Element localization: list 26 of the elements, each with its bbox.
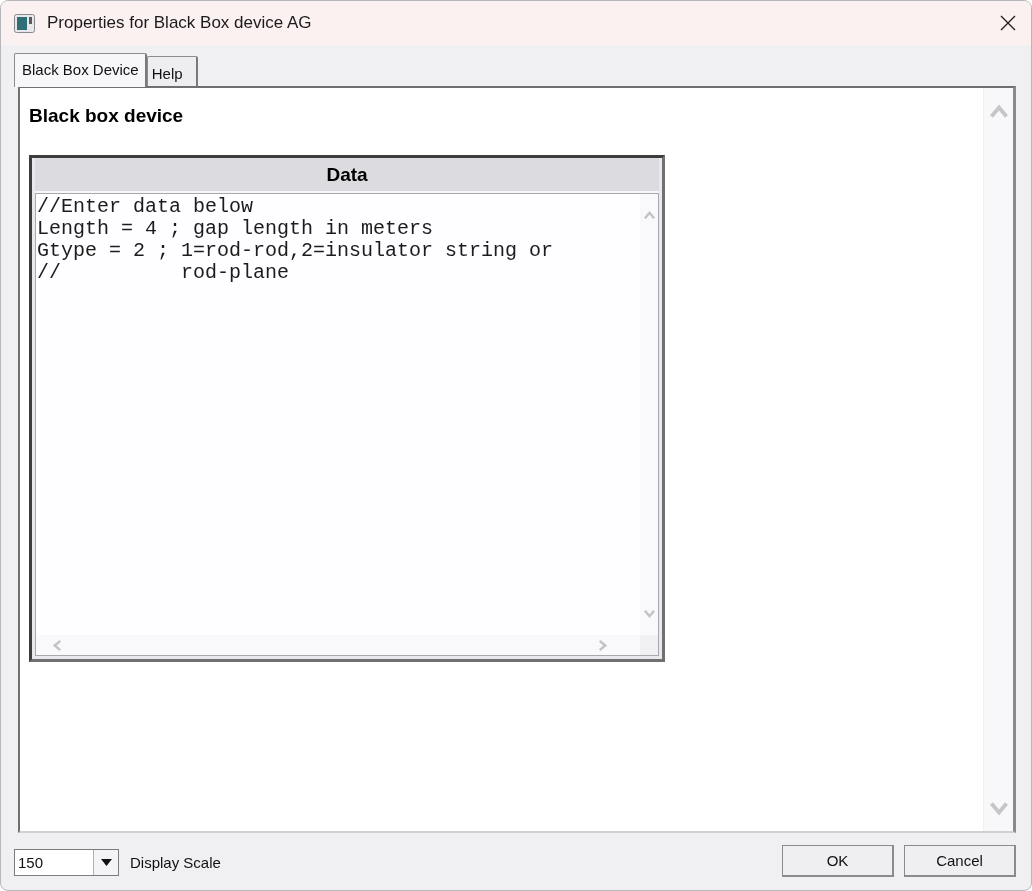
- scroll-up-icon[interactable]: [643, 210, 655, 221]
- code-line: Gtype = 2 ; 1=rod-rod,2=insulator string or: [37, 240, 554, 262]
- vertical-scrollbar[interactable]: [640, 194, 658, 635]
- display-scale-label: Display Scale: [130, 854, 221, 871]
- close-icon: [999, 14, 1017, 32]
- vertical-scrollbar[interactable]: [983, 88, 1013, 831]
- scroll-down-icon[interactable]: [643, 608, 655, 619]
- data-box-header: Data: [35, 158, 659, 193]
- app-icon: [14, 13, 35, 33]
- scroll-right-icon[interactable]: [597, 639, 608, 651]
- data-text-field[interactable]: //Enter data below Length = 4 ; gap length in meters Gtype = 2 ; 1=rod-rod,2=insulator string or // rod-plane: [35, 193, 659, 656]
- section-heading: Black box device: [29, 104, 184, 128]
- code-line: Length = 4 ; gap length in meters: [37, 218, 434, 240]
- window-title: Properties for Black Box device AG: [47, 13, 312, 33]
- horizontal-scrollbar[interactable]: [36, 635, 640, 655]
- dropdown-arrow-icon: [100, 859, 112, 866]
- tab[interactable]: Help: [146, 56, 198, 86]
- tab[interactable]: Black Box Device: [14, 53, 147, 87]
- display-scale-dropdown[interactable]: 150: [14, 849, 119, 876]
- scrollbar-corner: [640, 635, 658, 655]
- code-line: // rod-plane: [37, 262, 290, 284]
- ok-button[interactable]: OK: [782, 844, 894, 877]
- code-line: //Enter data below: [37, 196, 254, 218]
- cancel-button[interactable]: Cancel: [904, 844, 1016, 877]
- scroll-left-icon[interactable]: [52, 639, 63, 651]
- close-button[interactable]: [999, 14, 1017, 32]
